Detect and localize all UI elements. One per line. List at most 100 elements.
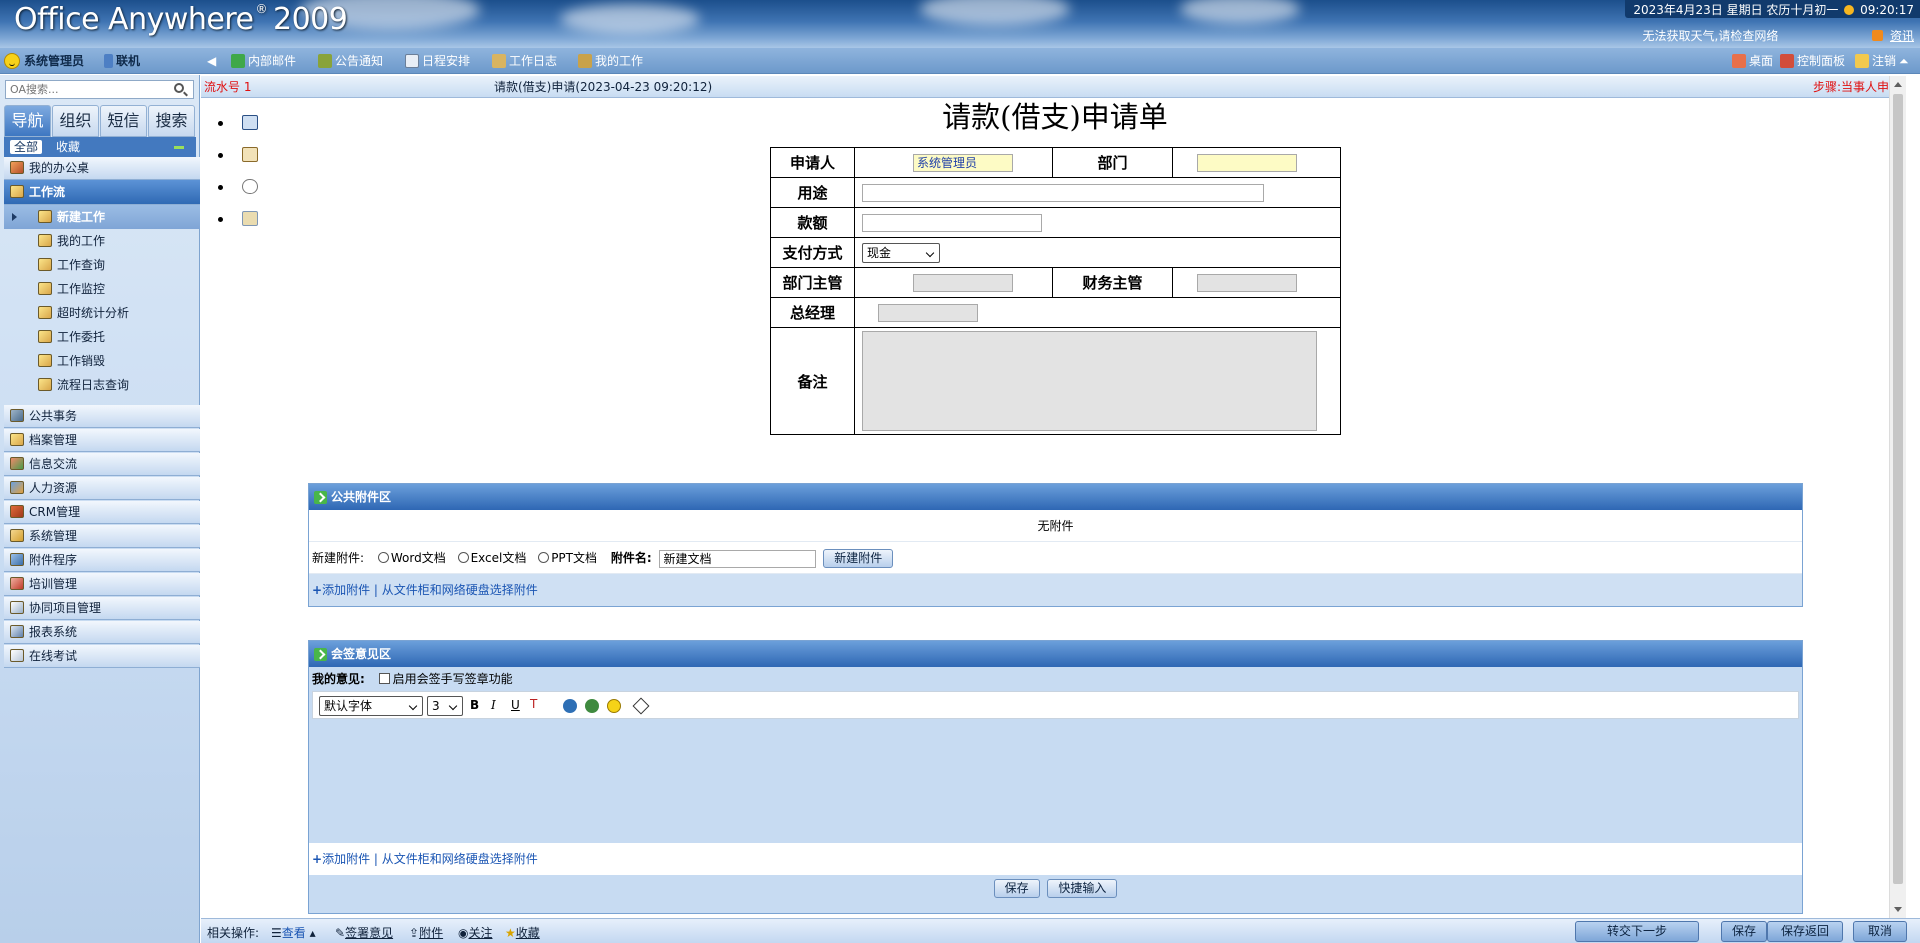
paperclip-icon[interactable] — [242, 179, 258, 194]
radio-icon — [377, 552, 389, 563]
topbar-item-mywork[interactable]: 我的工作 — [578, 52, 643, 70]
follow-button[interactable]: ◉关注 — [458, 924, 493, 941]
serial-number: 流水号 1 — [204, 80, 252, 94]
print-icon[interactable] — [242, 115, 258, 130]
topbar-item-worklog[interactable]: 工作日志 — [492, 52, 557, 70]
radio-word[interactable]: Word文档 — [377, 551, 446, 565]
eye-icon: ◉ — [458, 926, 469, 940]
subtab-all[interactable]: 全部 — [10, 140, 43, 154]
sidebar-item-flow-log[interactable]: 流程日志查询 — [4, 373, 200, 397]
scroll-down-arrow-icon[interactable] — [1894, 907, 1902, 912]
underline-icon[interactable]: U — [511, 698, 520, 712]
sidebar-item-archives[interactable]: 档案管理 — [4, 429, 200, 452]
topbar-item-mail[interactable]: 内部邮件 — [231, 52, 296, 70]
oa-search-input[interactable] — [5, 80, 194, 99]
sidebar-item-my-work[interactable]: 我的工作 — [4, 229, 200, 253]
sidebar-item-training[interactable]: 培训管理 — [4, 573, 200, 596]
topbar-desktop[interactable]: 桌面 — [1732, 52, 1773, 70]
sidebar-item-work-query[interactable]: 工作查询 — [4, 253, 200, 277]
remark-textarea[interactable] — [862, 331, 1317, 431]
add-attachment-link[interactable]: 添加附件 — [322, 583, 370, 597]
paymethod-select[interactable]: 现金 — [862, 242, 940, 263]
topbar-item-calendar[interactable]: 日程安排 — [405, 52, 470, 70]
text-color-icon[interactable]: T — [530, 697, 537, 711]
gm-field[interactable] — [878, 303, 978, 322]
topbar-item-notice[interactable]: 公告通知 — [318, 52, 383, 70]
sidebar-item-public-affairs[interactable]: 公共事务 — [4, 405, 200, 428]
sidebar-item-work-destroy[interactable]: 工作销毁 — [4, 349, 200, 373]
scroll-up-arrow-icon[interactable] — [1894, 82, 1902, 87]
minus-icon[interactable] — [174, 146, 184, 149]
user-info[interactable]: 系统管理员 — [4, 52, 84, 70]
favorite-button[interactable]: ★收藏 — [505, 924, 540, 941]
unlink-icon[interactable] — [585, 699, 599, 713]
folder-icon — [38, 306, 52, 319]
sidebar-item-system[interactable]: 系统管理 — [4, 525, 200, 548]
eraser-icon[interactable] — [632, 697, 650, 715]
sidebar-item-my-desk[interactable]: 我的办公桌 — [4, 157, 200, 180]
sidebar-item-work-delegate[interactable]: 工作委托 — [4, 325, 200, 349]
sidebar-item-workflow[interactable]: 工作流 — [4, 180, 200, 205]
opinion-editor[interactable] — [312, 719, 1799, 843]
megaphone-icon — [318, 54, 332, 68]
news-link[interactable]: 资讯 — [1890, 29, 1914, 43]
view-menu[interactable]: ☰查看 ▴ — [271, 924, 316, 941]
sidebar-item-info-exchange[interactable]: 信息交流 — [4, 453, 200, 476]
next-step-button[interactable]: 转交下一步 — [1575, 921, 1699, 942]
sign-pick-attachment-link[interactable]: 从文件柜和网络硬盘选择附件 — [382, 852, 538, 866]
bold-icon[interactable]: B — [470, 698, 479, 712]
sign-add-attachment-link[interactable]: 添加附件 — [322, 852, 370, 866]
sidebar-item-new-work[interactable]: 新建工作 — [4, 205, 200, 229]
topbar-logout[interactable]: 注销 ⏶ — [1855, 52, 1909, 70]
collapse-up-icon[interactable]: ⏶ — [1899, 54, 1909, 68]
vertical-scrollbar[interactable] — [1889, 76, 1906, 918]
my-opinion-label: 我的意见: — [312, 672, 365, 686]
sidebar-item-timeout-stats[interactable]: 超时统计分析 — [4, 301, 200, 325]
attachment-name-label: 附件名: — [610, 551, 652, 565]
emoticon-icon[interactable] — [607, 699, 621, 713]
new-attachment-button[interactable]: 新建附件 — [823, 549, 894, 568]
italic-icon[interactable]: I — [491, 698, 496, 712]
link-icon[interactable] — [563, 699, 577, 713]
font-select[interactable]: 默认字体 — [319, 696, 423, 716]
collapse-arrow-icon[interactable]: ◀ — [207, 52, 216, 70]
size-select[interactable]: 3 — [427, 696, 463, 716]
sidebar-item-exam[interactable]: 在线考试 — [4, 645, 200, 668]
edit-icon[interactable] — [242, 147, 258, 162]
sign-save-button[interactable]: 保存 — [993, 879, 1040, 898]
pick-attachment-link[interactable]: 从文件柜和网络硬盘选择附件 — [382, 583, 538, 597]
dept-mgr-field[interactable] — [913, 273, 1013, 292]
sidebar-item-projects[interactable]: 协同项目管理 — [4, 597, 200, 620]
sign-opinion-button[interactable]: ✎签署意见 — [335, 924, 393, 941]
cancel-button[interactable]: 取消 — [1853, 921, 1907, 942]
sidebar-item-work-monitor[interactable]: 工作监控 — [4, 277, 200, 301]
attachment-button[interactable]: ⇪附件 — [409, 924, 443, 941]
topbar-control-panel[interactable]: 控制面板 — [1780, 52, 1845, 70]
tab-sms[interactable]: 短信 — [100, 105, 147, 137]
no-attachment-text: 无附件 — [309, 510, 1802, 542]
online-status[interactable]: 联机 — [104, 52, 140, 70]
applicant-field[interactable]: 系统管理员 — [913, 153, 1013, 172]
tab-search[interactable]: 搜索 — [148, 105, 195, 137]
sidebar-item-hr[interactable]: 人力资源 — [4, 477, 200, 500]
save-return-button[interactable]: 保存返回 — [1767, 921, 1843, 942]
tab-organization[interactable]: 组织 — [52, 105, 99, 137]
purpose-field[interactable] — [862, 183, 1264, 202]
scrollbar-thumb[interactable] — [1893, 94, 1903, 884]
handwrite-checkbox[interactable]: 启用会签手写签章功能 — [378, 672, 513, 686]
radio-ppt[interactable]: PPT文档 — [538, 551, 597, 565]
quick-input-button[interactable]: 快捷输入 — [1047, 879, 1118, 898]
radio-excel[interactable]: Excel文档 — [457, 551, 526, 565]
fin-mgr-field[interactable] — [1197, 273, 1297, 292]
sidebar-item-addons[interactable]: 附件程序 — [4, 549, 200, 572]
save-button[interactable]: 保存 — [1721, 921, 1767, 942]
sidebar-item-reports[interactable]: 报表系统 — [4, 621, 200, 644]
attachment-name-input[interactable]: 新建文档 — [659, 549, 817, 568]
dept-field[interactable] — [1197, 153, 1297, 172]
search-icon[interactable] — [174, 83, 184, 93]
sidebar-item-crm[interactable]: CRM管理 — [4, 501, 200, 524]
subtab-favorites[interactable]: 收藏 — [52, 140, 84, 154]
tab-navigation[interactable]: 导航 — [4, 105, 51, 137]
amount-field[interactable] — [862, 213, 1042, 232]
flow-chart-icon[interactable] — [242, 211, 258, 226]
